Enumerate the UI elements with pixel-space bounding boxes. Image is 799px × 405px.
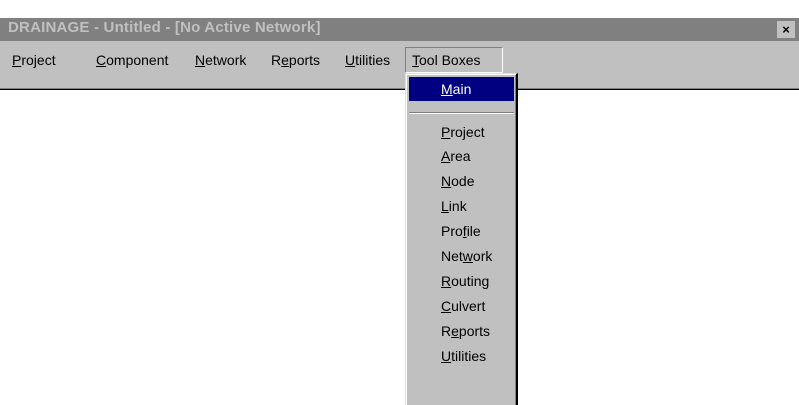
item-mnemonic: M	[441, 81, 453, 97]
dropdown-item-link[interactable]: Link	[409, 194, 514, 218]
menu-network[interactable]: Network	[189, 47, 252, 73]
item-mnemonic: P	[441, 124, 451, 140]
item-text: rea	[450, 148, 471, 164]
item-text: Net	[441, 248, 463, 264]
menu-reports[interactable]: Reports	[265, 47, 326, 73]
title-bar[interactable]: DRAINAGE - Untitled - [No Active Network…	[0, 18, 799, 41]
dropdown-item-main[interactable]: Main	[409, 77, 514, 101]
application-window: DRAINAGE - Untitled - [No Active Network…	[0, 18, 799, 405]
dropdown-item-network[interactable]: Network	[409, 244, 514, 268]
menu-component[interactable]: Component	[90, 47, 174, 73]
menu-bar: Project Component Network Reports Utilit…	[0, 41, 799, 90]
item-mnemonic: e	[451, 323, 459, 339]
dropdown-item-utilities[interactable]: Utilities	[409, 344, 514, 368]
item-text: ports	[458, 323, 491, 339]
item-mnemonic: C	[441, 298, 452, 314]
menu-project[interactable]: Project	[6, 47, 62, 73]
menu-label: ports	[288, 52, 321, 68]
item-text: tilities	[451, 348, 487, 364]
menu-utilities[interactable]: Utilities	[339, 47, 396, 73]
item-text: ode	[451, 173, 475, 189]
item-text: outing	[451, 273, 490, 289]
menu-mnemonic: U	[345, 52, 356, 68]
item-text: ink	[448, 198, 467, 214]
menu-mnemonic: N	[195, 52, 206, 68]
menu-mnemonic: e	[281, 52, 289, 68]
item-mnemonic: L	[441, 198, 449, 214]
item-mnemonic: U	[441, 348, 452, 364]
menu-label: roject	[21, 52, 56, 68]
close-icon: ×	[782, 22, 790, 37]
item-mnemonic: N	[441, 173, 452, 189]
tool-boxes-dropdown: Main Project Area Node Link Profile Netw…	[405, 73, 518, 405]
menu-label: R	[271, 52, 282, 68]
dropdown-item-area[interactable]: Area	[409, 144, 514, 168]
menu-mnemonic: P	[12, 52, 22, 68]
item-text: Pro	[441, 223, 463, 239]
item-text: ork	[472, 248, 493, 264]
dropdown-item-culvert[interactable]: Culvert	[409, 294, 514, 318]
item-mnemonic: R	[441, 273, 452, 289]
menu-tool-boxes[interactable]: Tool Boxes	[405, 47, 503, 73]
item-mnemonic: A	[441, 148, 451, 164]
menu-label: omponent	[106, 52, 169, 68]
dropdown-item-project[interactable]: Project	[409, 120, 514, 144]
item-text: ulvert	[451, 298, 486, 314]
item-text: ain	[452, 81, 472, 97]
item-text: R	[441, 323, 452, 339]
menu-label: tilities	[355, 52, 391, 68]
menu-separator	[409, 112, 514, 114]
window-title: DRAINAGE - Untitled - [No Active Network…	[8, 19, 321, 36]
item-text: ile	[466, 223, 481, 239]
menu-mnemonic: C	[96, 52, 107, 68]
dropdown-item-reports[interactable]: Reports	[409, 319, 514, 343]
menu-label: etwork	[205, 52, 247, 68]
close-button[interactable]: ×	[777, 21, 795, 38]
dropdown-item-profile[interactable]: Profile	[409, 219, 514, 243]
dropdown-item-routing[interactable]: Routing	[409, 269, 514, 293]
item-text: roject	[450, 124, 485, 140]
dropdown-item-node[interactable]: Node	[409, 169, 514, 193]
item-mnemonic: w	[462, 248, 473, 264]
menu-mnemonic: T	[412, 52, 419, 68]
menu-label: ool Boxes	[419, 52, 481, 68]
